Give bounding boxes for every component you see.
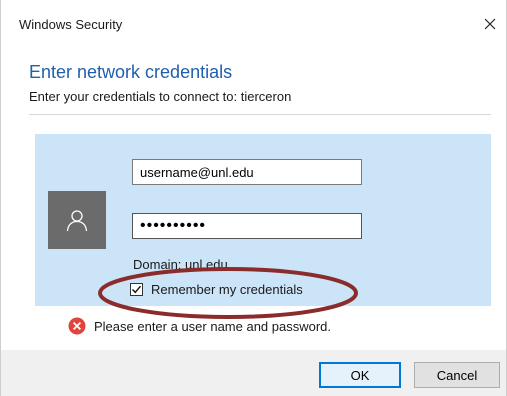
close-icon (484, 18, 496, 30)
error-message-row: Please enter a user name and password. (68, 317, 331, 335)
user-avatar (48, 191, 106, 249)
username-input[interactable] (132, 159, 362, 185)
password-input[interactable]: •••••••••• (132, 213, 362, 239)
dialog-heading: Enter network credentials (29, 62, 233, 82)
error-message: Please enter a user name and password. (94, 318, 332, 334)
cancel-button[interactable]: Cancel (414, 362, 500, 388)
remember-credentials-checkbox[interactable]: Remember my credentials (130, 282, 303, 297)
user-icon (66, 210, 88, 232)
checkbox-box[interactable] (130, 283, 143, 296)
ok-button[interactable]: OK (319, 362, 401, 388)
error-icon (68, 317, 86, 335)
title-bar: Windows Security (1, 0, 506, 52)
window-title: Windows Security (19, 17, 123, 32)
windows-security-dialog: Windows Security Enter network credentia… (0, 0, 507, 396)
remember-label: Remember my credentials (151, 282, 303, 297)
password-dots: •••••••••• (140, 217, 207, 234)
domain-label: Domain: unl.edu (133, 257, 228, 272)
dialog-subheading: Enter your credentials to connect to: ti… (29, 89, 292, 104)
separator (29, 114, 491, 115)
checkmark-icon (132, 285, 142, 294)
close-button[interactable] (476, 12, 504, 36)
